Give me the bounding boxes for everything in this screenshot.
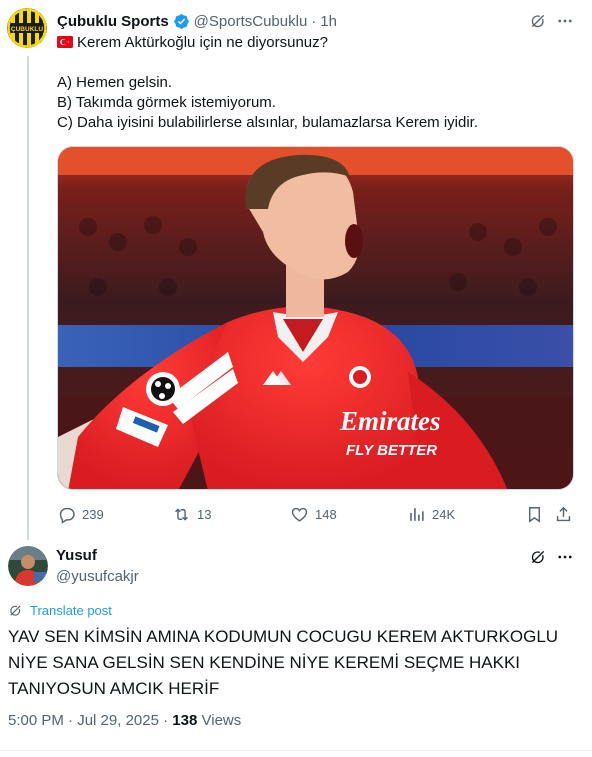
tweet1-question: Kerem Aktürkoğlu için ne diyorsunuz? [57, 33, 577, 53]
grok-icon[interactable] [528, 547, 548, 567]
author-avatar-yusuf[interactable] [8, 546, 48, 586]
tweet1-header: Çubuklu Sports @SportsCubuklu · 1h [57, 11, 337, 31]
turkey-flag-icon [57, 34, 73, 48]
bookmark-icon [529, 506, 540, 523]
post-time[interactable]: 1h [320, 13, 337, 30]
repost-button[interactable]: 13 [172, 503, 211, 525]
views-icon [410, 507, 424, 521]
translate-post-link[interactable]: Translate post [8, 603, 112, 618]
yusuf-avatar-image [8, 546, 48, 586]
shirt-sponsor-text: Emirates [339, 406, 441, 436]
svg-text:ÇUBUKLU: ÇUBUKLU [11, 26, 43, 33]
divider [0, 750, 592, 751]
reply-icon [59, 507, 75, 524]
author-name[interactable]: Çubuklu Sports [57, 13, 169, 30]
grok-icon[interactable] [528, 11, 548, 31]
more-icon[interactable] [555, 11, 575, 31]
player-celebration-photo: Emirates FLY BETTER [58, 147, 573, 489]
option-b: B) Takımda görmek istemiyorum. [57, 94, 276, 111]
post-metadata: 5:00 PM · Jul 29, 2025 · 138 Views [8, 712, 242, 729]
cubuklu-logo: ÇUBUKLU [7, 8, 47, 48]
author-name[interactable]: Yusuf [56, 547, 97, 564]
tweet1-photo[interactable]: Emirates FLY BETTER [57, 146, 574, 490]
like-button[interactable]: 148 [290, 503, 337, 525]
repost-icon [175, 507, 188, 521]
like-count: 148 [315, 506, 337, 522]
views-button[interactable]: 24K [407, 503, 455, 525]
header-separator: · [311, 12, 317, 30]
post-time[interactable]: 5:00 PM [8, 712, 64, 729]
author-handle[interactable]: @SportsCubuklu [194, 13, 308, 30]
shirt-sponsor-subtext: FLY BETTER [346, 442, 437, 459]
author-avatar-cubuklu[interactable]: ÇUBUKLU [7, 8, 47, 48]
translate-icon [10, 605, 21, 616]
bookmark-button[interactable] [525, 503, 544, 525]
option-c: C) Daha iyisini bulabilirlerse alsınlar,… [57, 114, 478, 131]
reply-button[interactable]: 239 [57, 503, 104, 525]
thread-connector-line [27, 56, 29, 540]
like-icon [291, 507, 308, 522]
author-handle[interactable]: @yusufcakjr [56, 568, 139, 585]
repost-count: 13 [197, 506, 212, 522]
share-button[interactable] [554, 503, 573, 525]
share-icon [556, 506, 571, 521]
option-a: A) Hemen gelsin. [57, 74, 173, 91]
more-icon[interactable] [555, 547, 575, 567]
verified-badge-icon [173, 13, 190, 30]
views-label: Views [201, 712, 242, 729]
reply-count: 239 [82, 506, 104, 522]
post-date[interactable]: Jul 29, 2025 [77, 712, 159, 729]
views-count: 138 [172, 712, 198, 729]
tweet2-text: YAV SEN KİMSİN AMINA KODUMUN COCUGU KERE… [8, 627, 559, 698]
views-count: 24K [432, 506, 456, 522]
question-text: Kerem Aktürkoğlu için ne diyorsunuz? [77, 34, 328, 51]
translate-label: Translate post [30, 603, 112, 618]
